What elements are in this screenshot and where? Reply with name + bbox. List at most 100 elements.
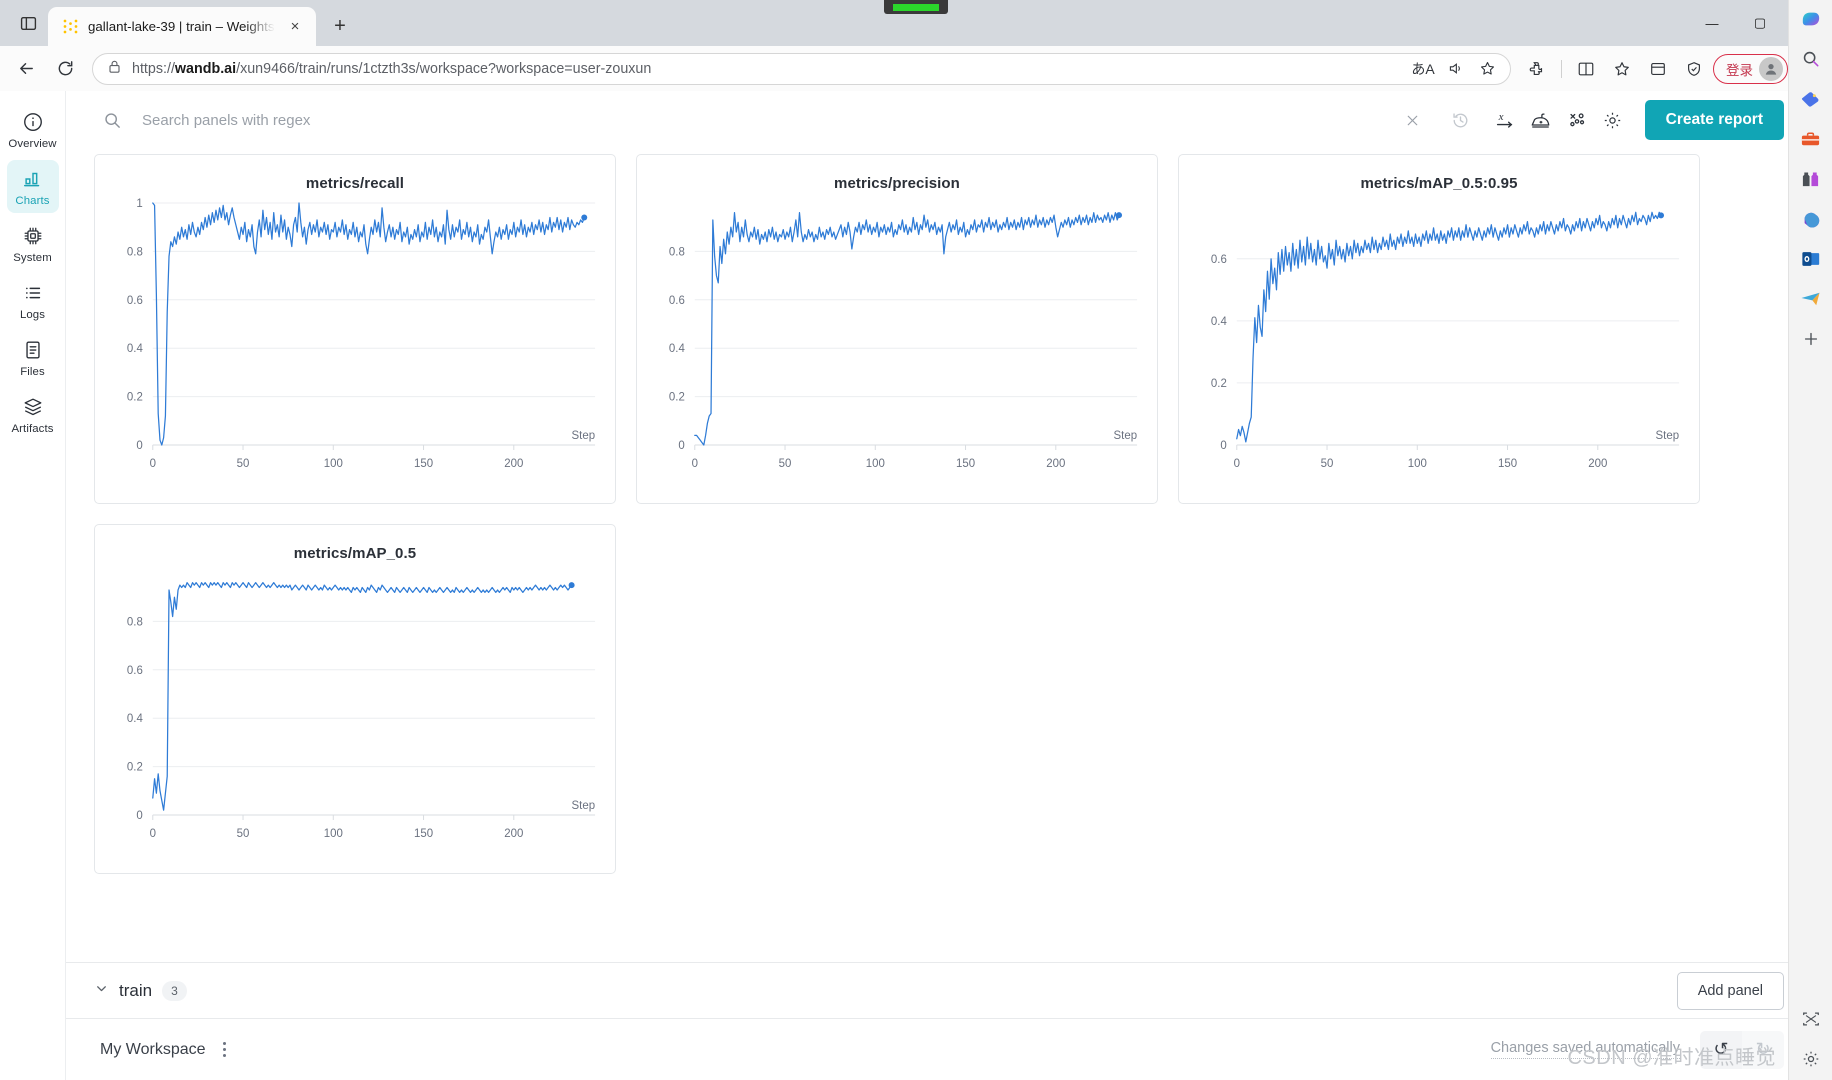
wandb-dots-icon bbox=[62, 18, 79, 35]
sidebar-item-label: Overview bbox=[8, 138, 57, 150]
history-clock-icon[interactable] bbox=[1443, 102, 1479, 138]
watermark: CSDN @准时准点睡觉 bbox=[1567, 1047, 1776, 1069]
workspace-name[interactable]: My Workspace bbox=[100, 1041, 206, 1059]
svg-text:0: 0 bbox=[136, 440, 142, 452]
svg-text:100: 100 bbox=[324, 458, 343, 470]
svg-text:Step: Step bbox=[572, 800, 596, 812]
smoothing-iron-icon[interactable] bbox=[1523, 102, 1559, 138]
read-aloud-icon[interactable] bbox=[1440, 55, 1470, 83]
browser-essentials-icon[interactable] bbox=[1677, 53, 1711, 85]
address-bar[interactable]: https://wandb.ai/xun9466/train/runs/1ctz… bbox=[92, 52, 1511, 85]
reload-icon[interactable] bbox=[47, 53, 83, 85]
snip-icon[interactable] bbox=[1794, 1004, 1828, 1034]
create-report-button[interactable]: Create report bbox=[1644, 100, 1784, 140]
translate-icon[interactable]: あA bbox=[1408, 55, 1438, 83]
games-icon[interactable] bbox=[1794, 164, 1828, 194]
chart-panel[interactable]: metrics/precision 0 0.2 0.4 0.6 0.8 0 50 100 150… bbox=[636, 154, 1158, 504]
browser-tab[interactable]: gallant-lake-39 | train – Weights × bbox=[48, 7, 316, 46]
sidebar-settings-icon[interactable] bbox=[1794, 1044, 1828, 1074]
add-app-icon[interactable] bbox=[1794, 324, 1828, 354]
svg-text:50: 50 bbox=[779, 458, 792, 470]
svg-text:0.6: 0.6 bbox=[669, 295, 685, 307]
toolbar-divider bbox=[1561, 59, 1562, 78]
chart-plot[interactable]: 0 0.2 0.4 0.6 0 50 100 150 200 Step bbox=[1179, 189, 1699, 501]
search-panels-container[interactable] bbox=[94, 100, 1487, 140]
chart-panel[interactable]: metrics/mAP_0.5 0 0.2 0.4 0.6 0.8 0 50 100 150 20… bbox=[94, 524, 616, 874]
sidebar-item-logs[interactable]: Logs bbox=[7, 274, 59, 327]
copilot-icon[interactable] bbox=[1794, 4, 1828, 34]
clear-icon[interactable] bbox=[1395, 102, 1431, 138]
back-icon[interactable] bbox=[8, 53, 44, 85]
svg-text:100: 100 bbox=[324, 828, 343, 840]
svg-text:0.8: 0.8 bbox=[669, 246, 685, 258]
search-input[interactable] bbox=[142, 111, 1383, 129]
login-label: 登录 bbox=[1726, 62, 1753, 78]
favorite-star-icon[interactable] bbox=[1472, 55, 1502, 83]
add-panel-button[interactable]: Add panel bbox=[1676, 971, 1784, 1010]
svg-text:x: x bbox=[1497, 111, 1503, 123]
sidebar-item-files[interactable]: Files bbox=[7, 331, 59, 384]
office-icon[interactable] bbox=[1794, 204, 1828, 234]
section-count-badge: 3 bbox=[162, 980, 187, 1001]
search-icon[interactable] bbox=[1794, 44, 1828, 74]
svg-text:1: 1 bbox=[136, 198, 142, 210]
svg-text:100: 100 bbox=[1408, 458, 1427, 470]
svg-text:0: 0 bbox=[150, 828, 156, 840]
lock-icon bbox=[107, 59, 122, 79]
tools-icon[interactable] bbox=[1794, 124, 1828, 154]
panels-area: metrics/recall 0 0.2 0.4 0.6 0.8 1 0 50 100 150 20… bbox=[66, 149, 1810, 962]
svg-text:50: 50 bbox=[237, 458, 250, 470]
sidebar-item-charts[interactable]: Charts bbox=[6, 160, 59, 213]
svg-text:0: 0 bbox=[136, 810, 142, 822]
chevron-down-icon[interactable] bbox=[94, 981, 109, 1001]
minimize-button[interactable]: — bbox=[1688, 0, 1736, 46]
sidebar-item-label: Artifacts bbox=[11, 423, 54, 435]
send-icon[interactable] bbox=[1794, 284, 1828, 314]
sidebar-item-system[interactable]: System bbox=[7, 217, 59, 270]
svg-text:50: 50 bbox=[237, 828, 250, 840]
collections-icon[interactable] bbox=[1641, 53, 1675, 85]
sidebar-item-overview[interactable]: Overview bbox=[7, 103, 59, 156]
tab-actions-button[interactable] bbox=[8, 3, 48, 43]
svg-text:150: 150 bbox=[956, 458, 975, 470]
login-button[interactable]: 登录 bbox=[1713, 53, 1788, 84]
section-header-train: train 3 Add panel bbox=[66, 962, 1810, 1018]
address-bar-url: https://wandb.ai/xun9466/train/runs/1ctz… bbox=[132, 60, 652, 77]
svg-text:0.2: 0.2 bbox=[1211, 378, 1227, 390]
panel-toolbar: x bbox=[66, 91, 1810, 149]
favorites-icon[interactable] bbox=[1605, 53, 1639, 85]
svg-text:200: 200 bbox=[504, 828, 523, 840]
sidebar-item-label: Charts bbox=[15, 195, 50, 207]
x-axis-icon[interactable]: x bbox=[1487, 102, 1523, 138]
sidebar-item-artifacts[interactable]: Artifacts bbox=[7, 388, 59, 441]
workspace-menu-icon[interactable] bbox=[215, 1038, 235, 1062]
svg-text:0.2: 0.2 bbox=[127, 762, 143, 774]
svg-text:0: 0 bbox=[678, 440, 684, 452]
chart-plot[interactable]: 0 0.2 0.4 0.6 0.8 0 50 100 150 200 Step bbox=[95, 559, 615, 871]
chart-panel[interactable]: metrics/mAP_0.5:0.95 0 0.2 0.4 0.6 0 50 100 150… bbox=[1178, 154, 1700, 504]
svg-text:Step: Step bbox=[1656, 430, 1680, 442]
gear-icon[interactable] bbox=[1595, 102, 1631, 138]
outliers-icon[interactable] bbox=[1559, 102, 1595, 138]
section-name: train bbox=[119, 980, 153, 1000]
maximize-button[interactable]: ▢ bbox=[1736, 0, 1784, 46]
svg-text:150: 150 bbox=[414, 828, 433, 840]
chart-panel[interactable]: metrics/recall 0 0.2 0.4 0.6 0.8 1 0 50 100 150 20… bbox=[94, 154, 616, 504]
outlook-icon[interactable] bbox=[1794, 244, 1828, 274]
split-screen-icon[interactable] bbox=[1569, 53, 1603, 85]
section-toggle[interactable]: train 3 bbox=[94, 980, 187, 1001]
svg-text:0.6: 0.6 bbox=[1211, 254, 1227, 266]
svg-text:0: 0 bbox=[1234, 458, 1240, 470]
browser-window: gallant-lake-39 | train – Weights × + — … bbox=[0, 0, 1832, 1080]
extensions-icon[interactable] bbox=[1520, 53, 1554, 85]
panel-grid: metrics/recall 0 0.2 0.4 0.6 0.8 1 0 50 100 150 20… bbox=[94, 149, 1784, 874]
sidebar-item-label: Files bbox=[20, 366, 45, 378]
navigation-bar: https://wandb.ai/xun9466/train/runs/1ctz… bbox=[0, 46, 1832, 91]
chart-plot[interactable]: 0 0.2 0.4 0.6 0.8 1 0 50 100 150 200 Step bbox=[95, 189, 615, 501]
chart-plot[interactable]: 0 0.2 0.4 0.6 0.8 0 50 100 150 200 Step bbox=[637, 189, 1157, 501]
svg-text:0.6: 0.6 bbox=[127, 665, 143, 677]
new-tab-button[interactable]: + bbox=[325, 11, 355, 41]
tab-close-icon[interactable]: × bbox=[284, 16, 306, 38]
shopping-icon[interactable] bbox=[1794, 84, 1828, 114]
address-bar-actions: あA bbox=[1408, 55, 1502, 83]
